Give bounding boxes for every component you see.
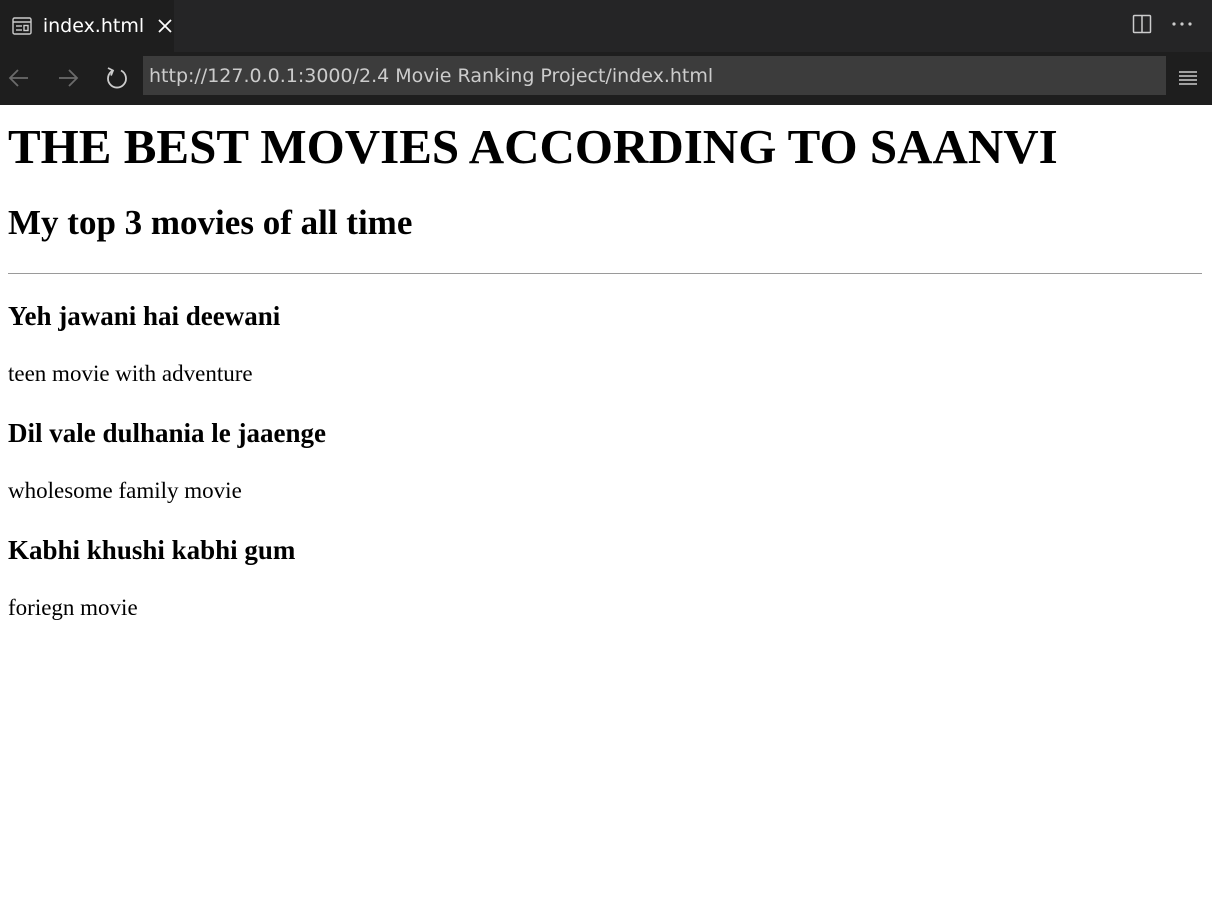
tab-label: index.html — [42, 15, 145, 37]
tab-bar: index.html — [0, 0, 1212, 52]
page-subtitle: My top 3 movies of all time — [8, 203, 413, 242]
reload-icon[interactable] — [103, 64, 131, 92]
url-input[interactable] — [143, 56, 1166, 95]
hamburger-menu-icon[interactable] — [1176, 64, 1200, 92]
page-content: THE BEST MOVIES ACCORDING TO SAANVI My t… — [0, 105, 1212, 901]
movie-item: Yeh jawani hai deewani teen movie with a… — [8, 300, 1202, 388]
movie-description: foriegn movie — [8, 595, 138, 620]
movie-title: Dil vale dulhania le jaaenge — [8, 418, 327, 448]
arrow-right-icon[interactable] — [54, 64, 82, 92]
movie-item: Kabhi khushi kabhi gum foriegn movie — [8, 534, 1202, 622]
close-icon[interactable] — [156, 17, 174, 35]
navigation-bar — [0, 52, 1212, 105]
split-editor-icon[interactable] — [1130, 12, 1154, 36]
preview-icon — [11, 16, 33, 36]
movie-item: Dil vale dulhania le jaaenge wholesome f… — [8, 417, 1202, 505]
page-title: THE BEST MOVIES ACCORDING TO SAANVI — [8, 119, 1058, 174]
movie-title: Yeh jawani hai deewani — [8, 301, 281, 331]
movie-description: teen movie with adventure — [8, 361, 253, 386]
divider — [8, 273, 1202, 274]
tab-actions — [1130, 12, 1194, 36]
movie-title: Kabhi khushi kabhi gum — [8, 535, 296, 565]
tab-index-html[interactable]: index.html — [0, 0, 174, 52]
more-icon[interactable] — [1170, 12, 1194, 36]
movie-description: wholesome family movie — [8, 478, 242, 503]
arrow-left-icon[interactable] — [5, 64, 33, 92]
